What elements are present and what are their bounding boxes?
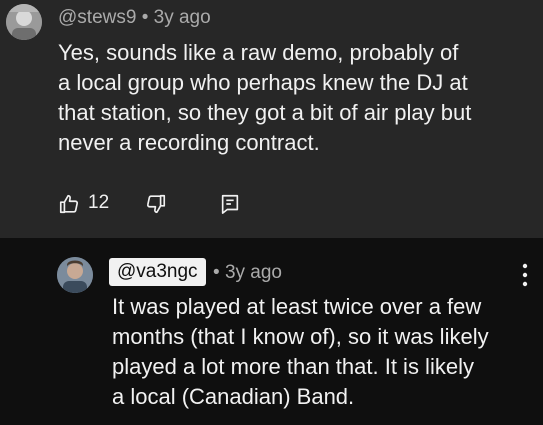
reply-comment-icon[interactable] (219, 193, 241, 215)
reply-text: It was played at least twice over a few … (112, 292, 532, 412)
comment-line: never a recording contract. (58, 130, 320, 155)
reply-line: It was played at least twice over a few (112, 294, 482, 319)
reply-line: a local (Canadian) Band. (112, 384, 355, 409)
avatar[interactable] (57, 257, 93, 293)
avatar-image (6, 4, 42, 40)
like-count: 12 (88, 192, 110, 213)
comment-line: that station, so they got a bit of air p… (58, 100, 472, 125)
comment-line: Yes, sounds like a raw demo, probably of (58, 40, 459, 65)
author-handle-chip[interactable]: @va3ngc (109, 258, 206, 286)
avatar[interactable] (6, 4, 42, 40)
comment-time[interactable]: 3y ago (225, 262, 282, 283)
meta-separator: • (213, 262, 220, 283)
comment-line: a local group who perhaps knew the DJ at (58, 70, 468, 95)
comment-text: Yes, sounds like a raw demo, probably of… (58, 38, 528, 158)
author-handle[interactable]: @stews9 (58, 7, 136, 28)
meta-separator: • (141, 7, 149, 28)
comment-meta: @stews9 • 3y ago (58, 7, 211, 29)
avatar-image (57, 257, 93, 293)
reply-line: played a lot more than that. It is likel… (112, 354, 474, 379)
more-vert-icon[interactable] (522, 262, 528, 288)
comment-time[interactable]: 3y ago (154, 7, 211, 28)
reply-line: months (that I know of), so it was likel… (112, 324, 489, 349)
thumb-down-icon[interactable] (145, 193, 167, 215)
thumb-up-icon[interactable] (58, 193, 80, 215)
reply-meta: • 3y ago (213, 262, 282, 284)
